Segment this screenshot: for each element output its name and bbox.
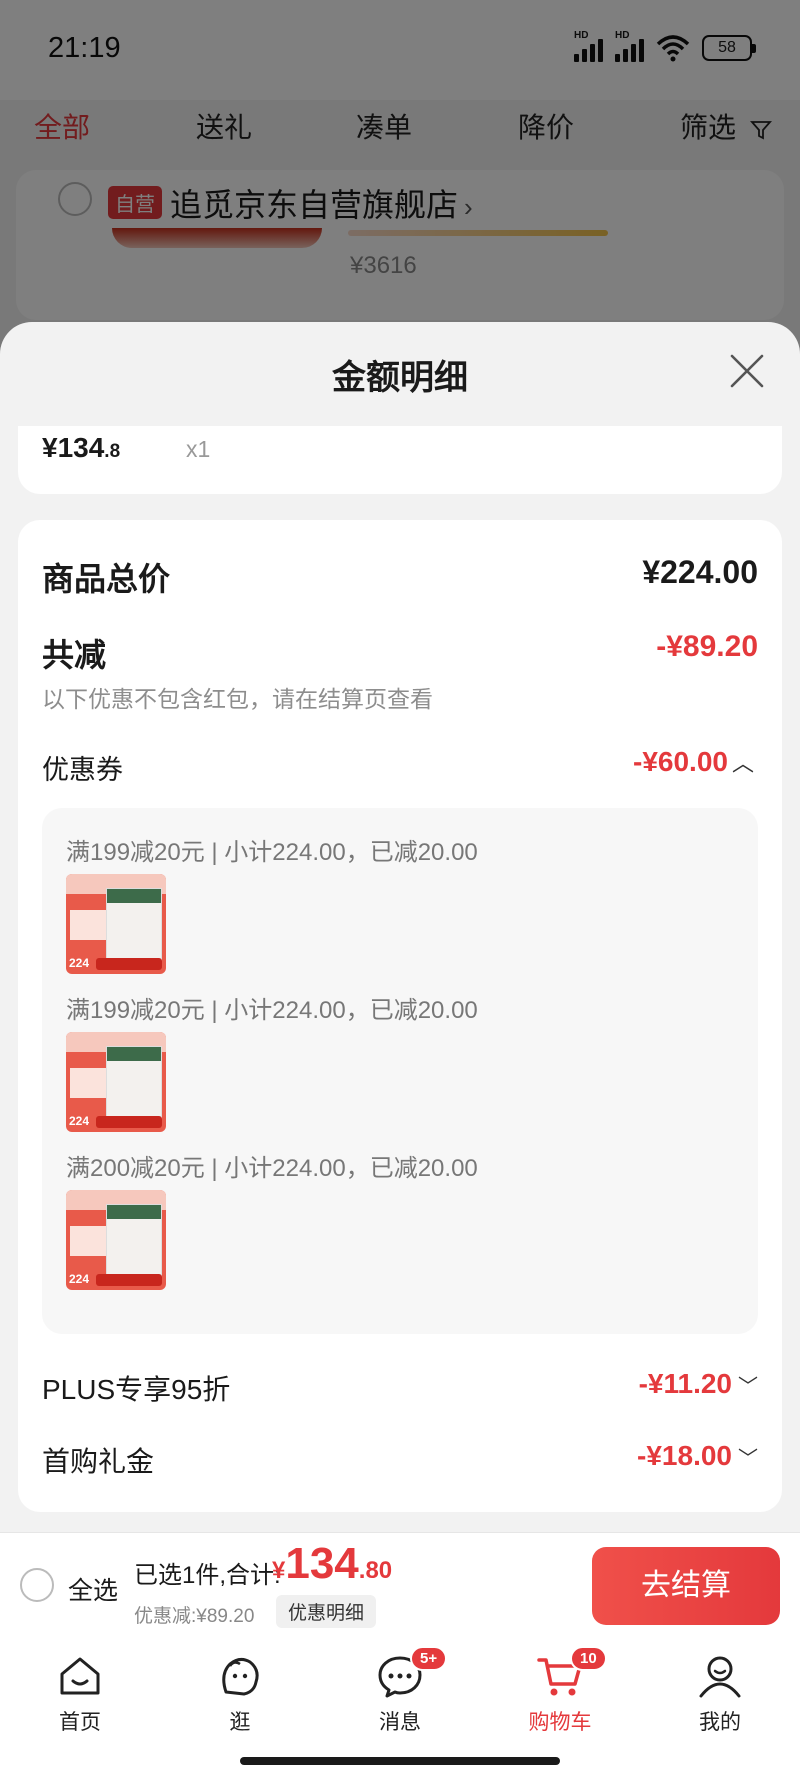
total-value: ¥224.00 — [642, 554, 758, 590]
checkout-button[interactable]: 去结算 — [592, 1547, 780, 1625]
explore-icon — [222, 1657, 259, 1696]
home-icon — [60, 1657, 100, 1695]
home-indicator[interactable] — [240, 1757, 560, 1765]
sheet-title: 金额明细 — [332, 359, 468, 397]
chevron-down-icon: ﹀ — [738, 1376, 758, 1398]
coupon-list: 满199减20元 | 小计224.00，已减20.00 224 满199减20元… — [42, 808, 758, 1334]
message-badge: 5+ — [410, 1646, 448, 1671]
tab-messages[interactable]: 5+ 消息 — [340, 1646, 460, 1736]
reduce-label: 共减 — [42, 637, 107, 673]
coupon-label: 优惠券 — [42, 755, 123, 785]
item-quantity: x1 — [186, 436, 211, 462]
product-thumbnail[interactable]: 224 — [66, 1032, 166, 1132]
sheet-header: 金额明细 — [0, 322, 800, 424]
tab-cart[interactable]: 10 购物车 — [500, 1646, 620, 1736]
product-thumbnail[interactable]: 224 — [66, 1190, 166, 1290]
product-thumbnail[interactable]: 224 — [66, 874, 166, 974]
plus-discount-toggle[interactable]: -¥11.20 ﹀ — [639, 1368, 758, 1400]
reduce-value: -¥89.20 — [656, 630, 758, 663]
first-purchase-label: 首购礼金 — [42, 1446, 155, 1477]
discount-text: 优惠减:¥89.20 — [134, 1606, 255, 1627]
checkout-bar: 全选 已选1件,合计: ¥134.80 优惠减:¥89.20 优惠明细 去结算 — [0, 1532, 800, 1638]
select-all-label[interactable]: 全选 — [68, 1571, 118, 1607]
discount-detail-button[interactable]: 优惠明细 — [276, 1595, 377, 1628]
chevron-down-icon: ﹀ — [738, 1448, 758, 1470]
coupon-line: 满200减20元 | 小计224.00，已减20.00 — [66, 1155, 478, 1182]
amount-detail-sheet: 金额明细 ¥134.8 x1 商品总价 ¥224.00 共减 -¥89.20 以… — [0, 322, 800, 1532]
price-detail-card: 商品总价 ¥224.00 共减 -¥89.20 以下优惠不包含红包，请在结算页查… — [18, 520, 782, 1512]
close-icon[interactable] — [728, 352, 766, 390]
item-card: ¥134.8 x1 — [18, 426, 782, 494]
coupon-line: 满199减20元 | 小计224.00，已减20.00 — [66, 839, 478, 866]
chevron-up-icon: ︿ — [731, 751, 754, 776]
profile-icon — [699, 1656, 741, 1698]
tab-profile[interactable]: 我的 — [660, 1652, 780, 1736]
item-price: ¥134.8 — [42, 432, 121, 463]
total-label: 商品总价 — [42, 561, 171, 597]
tab-home[interactable]: 首页 — [20, 1652, 140, 1736]
total-price: ¥134.80 — [272, 1539, 393, 1588]
tab-explore[interactable]: 逛 — [180, 1652, 300, 1736]
summary-text: 已选1件,合计: — [134, 1562, 281, 1589]
bottom-tab-bar: 首页 逛 5+ 消息 10 购物车 我的 — [0, 1638, 800, 1777]
cart-badge: 10 — [570, 1646, 607, 1671]
first-purchase-toggle[interactable]: -¥18.00 ﹀ — [637, 1440, 758, 1472]
plus-discount-label: PLUS专享95折 — [42, 1374, 231, 1405]
coupon-line: 满199减20元 | 小计224.00，已减20.00 — [66, 997, 478, 1024]
reduce-note: 以下优惠不包含红包，请在结算页查看 — [42, 686, 433, 712]
select-all-radio[interactable] — [20, 1568, 54, 1602]
coupon-toggle[interactable]: -¥60.00 ︿ — [633, 746, 754, 778]
